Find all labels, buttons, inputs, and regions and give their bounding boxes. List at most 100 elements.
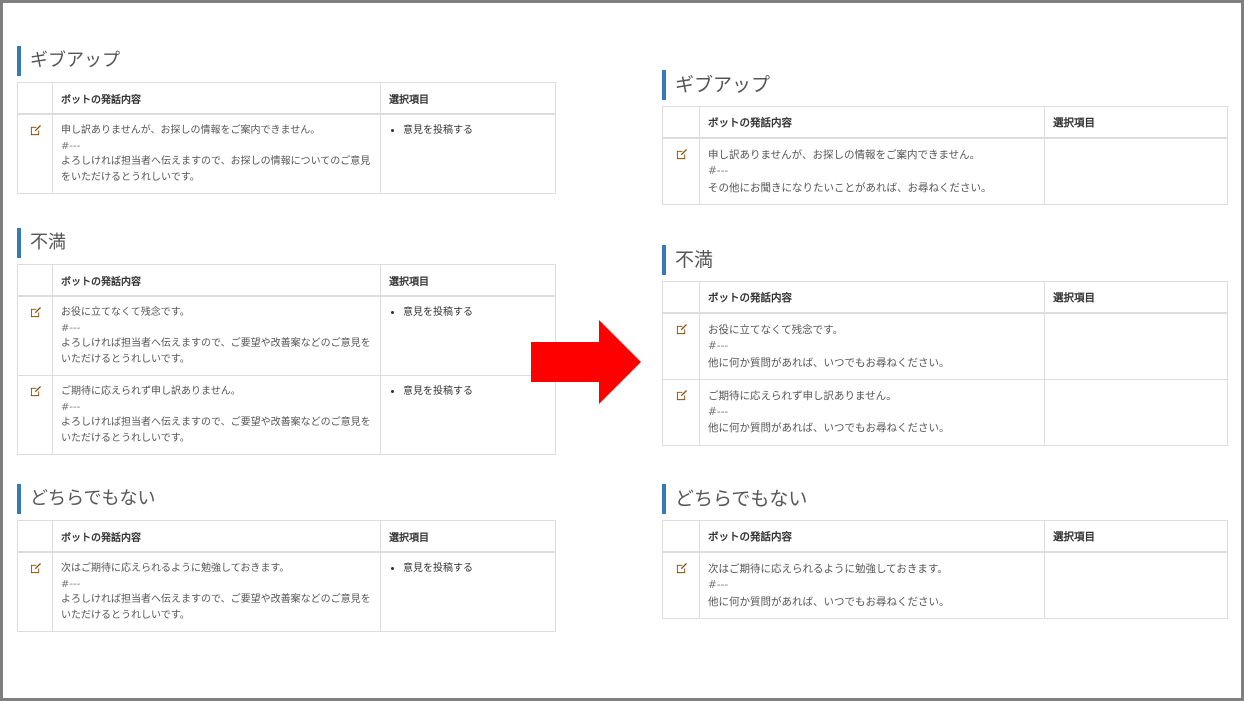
header-icon-col — [17, 82, 53, 115]
edit-cell[interactable] — [662, 137, 700, 205]
message-separator: #--- — [708, 406, 729, 419]
header-message: ボットの発話内容 — [699, 106, 1045, 139]
header-choice: 選択項目 — [1044, 520, 1228, 553]
edit-icon[interactable] — [676, 324, 687, 335]
edit-cell[interactable] — [662, 551, 700, 619]
edit-cell[interactable] — [662, 378, 700, 446]
edit-cell[interactable] — [17, 375, 53, 455]
message-line: 次はご期待に応えられるように勉強しておきます。 — [708, 563, 948, 575]
table-header-row: ボットの発話内容 選択項目 — [17, 264, 556, 297]
edit-cell[interactable] — [662, 312, 700, 380]
edit-icon[interactable] — [30, 563, 41, 574]
header-choice: 選択項目 — [380, 520, 556, 553]
section-heading: 不満 — [662, 245, 1228, 275]
choice-cell — [1044, 378, 1228, 446]
message-line: 申し訳ありませんが、お探しの情報をご案内できません。 — [708, 149, 981, 161]
message-line: ご期待に応えられず申し訳ありません。 — [61, 386, 241, 397]
choice-cell — [1044, 137, 1228, 205]
message-separator: #--- — [61, 322, 81, 334]
message-cell: ご期待に応えられず申し訳ありません。 #--- 他に何か質問があれば、いつでもお… — [699, 378, 1045, 446]
message-cell: お役に立てなくて残念です。 #--- 他に何か質問があれば、いつでもお尋ねくださ… — [699, 312, 1045, 380]
choice-cell: 意見を投稿する — [380, 113, 556, 194]
choice-item: 意見を投稿する — [403, 384, 547, 400]
message-separator: #--- — [61, 140, 81, 152]
choice-item: 意見を投稿する — [403, 305, 547, 321]
table-row: お役に立てなくて残念です。 #--- 他に何か質問があれば、いつでもお尋ねくださ… — [662, 312, 1228, 380]
choice-item: 意見を投稿する — [403, 561, 547, 577]
edit-icon[interactable] — [676, 563, 687, 574]
header-choice: 選択項目 — [380, 82, 556, 115]
message-line: 申し訳ありませんが、お探しの情報をご案内できません。 — [61, 125, 321, 136]
edit-cell[interactable] — [17, 113, 53, 194]
message-separator: #--- — [708, 579, 729, 592]
section-heading: どちらでもない — [662, 484, 1228, 514]
table-header-row: ボットの発話内容 選択項目 — [17, 520, 556, 553]
edit-icon[interactable] — [30, 307, 41, 318]
right-arrow-icon — [531, 320, 641, 404]
message-separator: #--- — [708, 165, 729, 178]
response-table: ボットの発話内容 選択項目 次はご期待に応えられるように勉強しておきます。 #-… — [662, 520, 1228, 619]
choice-cell: 意見を投稿する — [380, 295, 556, 376]
section-heading: ギブアップ — [17, 46, 556, 76]
table-row: 申し訳ありませんが、お探しの情報をご案内できません。 #--- よろしければ担当… — [17, 113, 556, 194]
choice-cell: 意見を投稿する — [380, 551, 556, 632]
message-line: 他に何か質問があれば、いつでもお尋ねください。 — [708, 422, 950, 435]
section-heading: 不満 — [17, 228, 556, 258]
edit-cell[interactable] — [17, 551, 53, 632]
header-message: ボットの発話内容 — [52, 520, 381, 553]
message-separator: #--- — [61, 578, 81, 590]
table-row: ご期待に応えられず申し訳ありません。 #--- よろしければ担当者へ伝えますので… — [17, 375, 556, 455]
message-line: ご期待に応えられず申し訳ありません。 — [708, 389, 897, 402]
section-giveup: ギブアップ ボットの発話内容 選択項目 申し訳ありませんが、お探しの情報をご案内… — [17, 46, 556, 194]
message-line: 他に何か質問があれば、いつでもお尋ねください。 — [708, 356, 950, 369]
message-line: 他に何か質問があれば、いつでもお尋ねください。 — [708, 595, 950, 608]
header-message: ボットの発話内容 — [699, 520, 1045, 553]
header-choice: 選択項目 — [380, 264, 556, 297]
message-cell: 申し訳ありませんが、お探しの情報をご案内できません。 #--- その他にお聞きに… — [699, 137, 1045, 205]
message-line: お役に立てなくて残念です。 — [61, 307, 190, 318]
choice-item: 意見を投稿する — [403, 123, 547, 139]
header-message: ボットの発話内容 — [52, 264, 381, 297]
table-row: 次はご期待に応えられるように勉強しておきます。 #--- 他に何か質問があれば、… — [662, 551, 1228, 619]
message-cell: 次はご期待に応えられるように勉強しておきます。 #--- 他に何か質問があれば、… — [699, 551, 1045, 619]
table-header-row: ボットの発話内容 選択項目 — [662, 520, 1228, 553]
edit-icon[interactable] — [676, 389, 687, 401]
section-dissatisfied: 不満 ボットの発話内容 選択項目 お役に立てなくて残念です。 #--- よろしけ… — [17, 228, 556, 455]
header-message: ボットの発話内容 — [52, 82, 381, 115]
edit-icon[interactable] — [30, 125, 41, 136]
response-table: ボットの発話内容 選択項目 お役に立てなくて残念です。 #--- 他に何か質問が… — [662, 281, 1228, 446]
edit-icon[interactable] — [676, 149, 687, 160]
response-table: ボットの発話内容 選択項目 次はご期待に応えられるように勉強しておきます。 #-… — [17, 520, 556, 632]
message-line: 次はご期待に応えられるように勉強しておきます。 — [61, 563, 290, 574]
table-header-row: ボットの発話内容 選択項目 — [662, 106, 1228, 139]
header-icon-col — [662, 520, 700, 553]
message-separator: #--- — [708, 340, 729, 353]
header-icon-col — [662, 281, 700, 314]
header-choice: 選択項目 — [1044, 106, 1228, 139]
message-line: その他にお聞きになりたいことがあれば、お尋ねください。 — [708, 181, 992, 194]
table-header-row: ボットの発話内容 選択項目 — [662, 281, 1228, 314]
section-neutral: どちらでもない ボットの発話内容 選択項目 次はご期待に応えられるように勉強して… — [662, 484, 1228, 619]
section-dissatisfied: 不満 ボットの発話内容 選択項目 お役に立てなくて残念です。 #--- 他に何か… — [662, 245, 1228, 446]
response-table: ボットの発話内容 選択項目 お役に立てなくて残念です。 #--- よろしければ担… — [17, 264, 556, 455]
edit-icon[interactable] — [30, 386, 41, 397]
table-row: ご期待に応えられず申し訳ありません。 #--- 他に何か質問があれば、いつでもお… — [662, 378, 1228, 446]
section-neutral: どちらでもない ボットの発話内容 選択項目 次はご期待に応えられるように勉強して… — [17, 484, 556, 632]
message-cell: ご期待に応えられず申し訳ありません。 #--- よろしければ担当者へ伝えますので… — [52, 375, 381, 455]
table-row: お役に立てなくて残念です。 #--- よろしければ担当者へ伝えますので、ご要望や… — [17, 295, 556, 376]
header-choice: 選択項目 — [1044, 281, 1228, 314]
message-line: よろしければ担当者へ伝えますので、お探しの情報についてのご意見をいただけるとうれ… — [61, 156, 371, 183]
edit-cell[interactable] — [17, 295, 53, 376]
response-table: ボットの発話内容 選択項目 申し訳ありませんが、お探しの情報をご案内できません。… — [17, 82, 556, 194]
section-heading: どちらでもない — [17, 484, 556, 514]
table-header-row: ボットの発話内容 選択項目 — [17, 82, 556, 115]
header-icon-col — [17, 520, 53, 553]
message-line: よろしければ担当者へ伝えますので、ご要望や改善案などのご意見をいただけるとうれし… — [61, 338, 371, 365]
message-cell: お役に立てなくて残念です。 #--- よろしければ担当者へ伝えますので、ご要望や… — [52, 295, 381, 376]
response-table: ボットの発話内容 選択項目 申し訳ありませんが、お探しの情報をご案内できません。… — [662, 106, 1228, 205]
message-cell: 申し訳ありませんが、お探しの情報をご案内できません。 #--- よろしければ担当… — [52, 113, 381, 194]
choice-cell — [1044, 312, 1228, 380]
message-line: よろしければ担当者へ伝えますので、ご要望や改善案などのご意見をいただけるとうれし… — [61, 417, 371, 444]
section-heading: ギブアップ — [662, 70, 1228, 100]
header-message: ボットの発話内容 — [699, 281, 1045, 314]
